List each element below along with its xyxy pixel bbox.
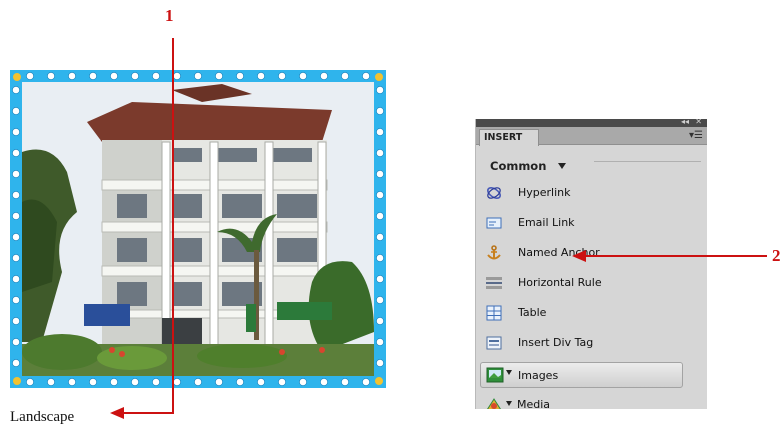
panel-tab-bar: INSERT ▾☰	[476, 127, 707, 146]
panel-titlebar: ◂◂ ✕	[476, 119, 707, 127]
insert-item-named-anchor[interactable]: Named Anchor	[476, 241, 707, 265]
insert-item-hyperlink[interactable]: Hyperlink	[476, 181, 707, 205]
table-icon	[486, 305, 502, 321]
insert-item-label: Table	[518, 306, 547, 319]
collapse-icon[interactable]: ◂◂	[681, 119, 689, 126]
insert-item-label: Named Anchor	[518, 246, 600, 259]
decorative-photo-frame	[10, 70, 386, 388]
media-button[interactable]: Media	[476, 395, 707, 409]
close-icon[interactable]: ✕	[695, 119, 702, 126]
tab-insert[interactable]: INSERT	[479, 129, 539, 146]
media-label: Media	[517, 398, 551, 409]
images-label: Images	[518, 369, 559, 382]
insert-item-label: Hyperlink	[518, 186, 571, 199]
insert-item-label: Email Link	[518, 216, 575, 229]
callout-number-2: 2	[772, 246, 781, 265]
hyperlink-icon	[487, 187, 501, 199]
email-link-icon	[486, 217, 502, 229]
insert-item-horizontal-rule[interactable]: Horizontal Rule	[476, 271, 707, 295]
arrow-1-head	[110, 407, 124, 419]
category-selector[interactable]: Common	[476, 145, 707, 173]
callout-number-1: 1	[165, 6, 174, 25]
insert-item-email-link[interactable]: Email Link	[476, 211, 707, 235]
insert-item-div-tag[interactable]: Insert Div Tag	[476, 331, 707, 355]
category-label: Common	[490, 159, 547, 173]
image-icon	[486, 367, 504, 383]
insert-panel: ◂◂ ✕ INSERT ▾☰ Common Hyperlink Email Li…	[475, 119, 707, 409]
chevron-down-icon	[506, 401, 512, 406]
insert-item-label: Horizontal Rule	[518, 276, 602, 289]
div-tag-icon	[486, 336, 502, 350]
category-divider	[594, 161, 701, 162]
horizontal-rule-icon	[486, 277, 502, 289]
insert-item-table[interactable]: Table	[476, 301, 707, 325]
named-anchor-icon	[487, 245, 501, 260]
panel-options-menu-icon[interactable]: ▾☰	[689, 130, 703, 141]
chevron-down-icon	[506, 370, 512, 375]
images-button[interactable]: Images	[480, 362, 683, 388]
insert-item-label: Insert Div Tag	[518, 336, 594, 349]
media-icon	[487, 398, 501, 409]
building-photo	[22, 82, 374, 376]
image-caption: Landscape	[10, 409, 75, 425]
chevron-down-icon	[557, 163, 566, 169]
